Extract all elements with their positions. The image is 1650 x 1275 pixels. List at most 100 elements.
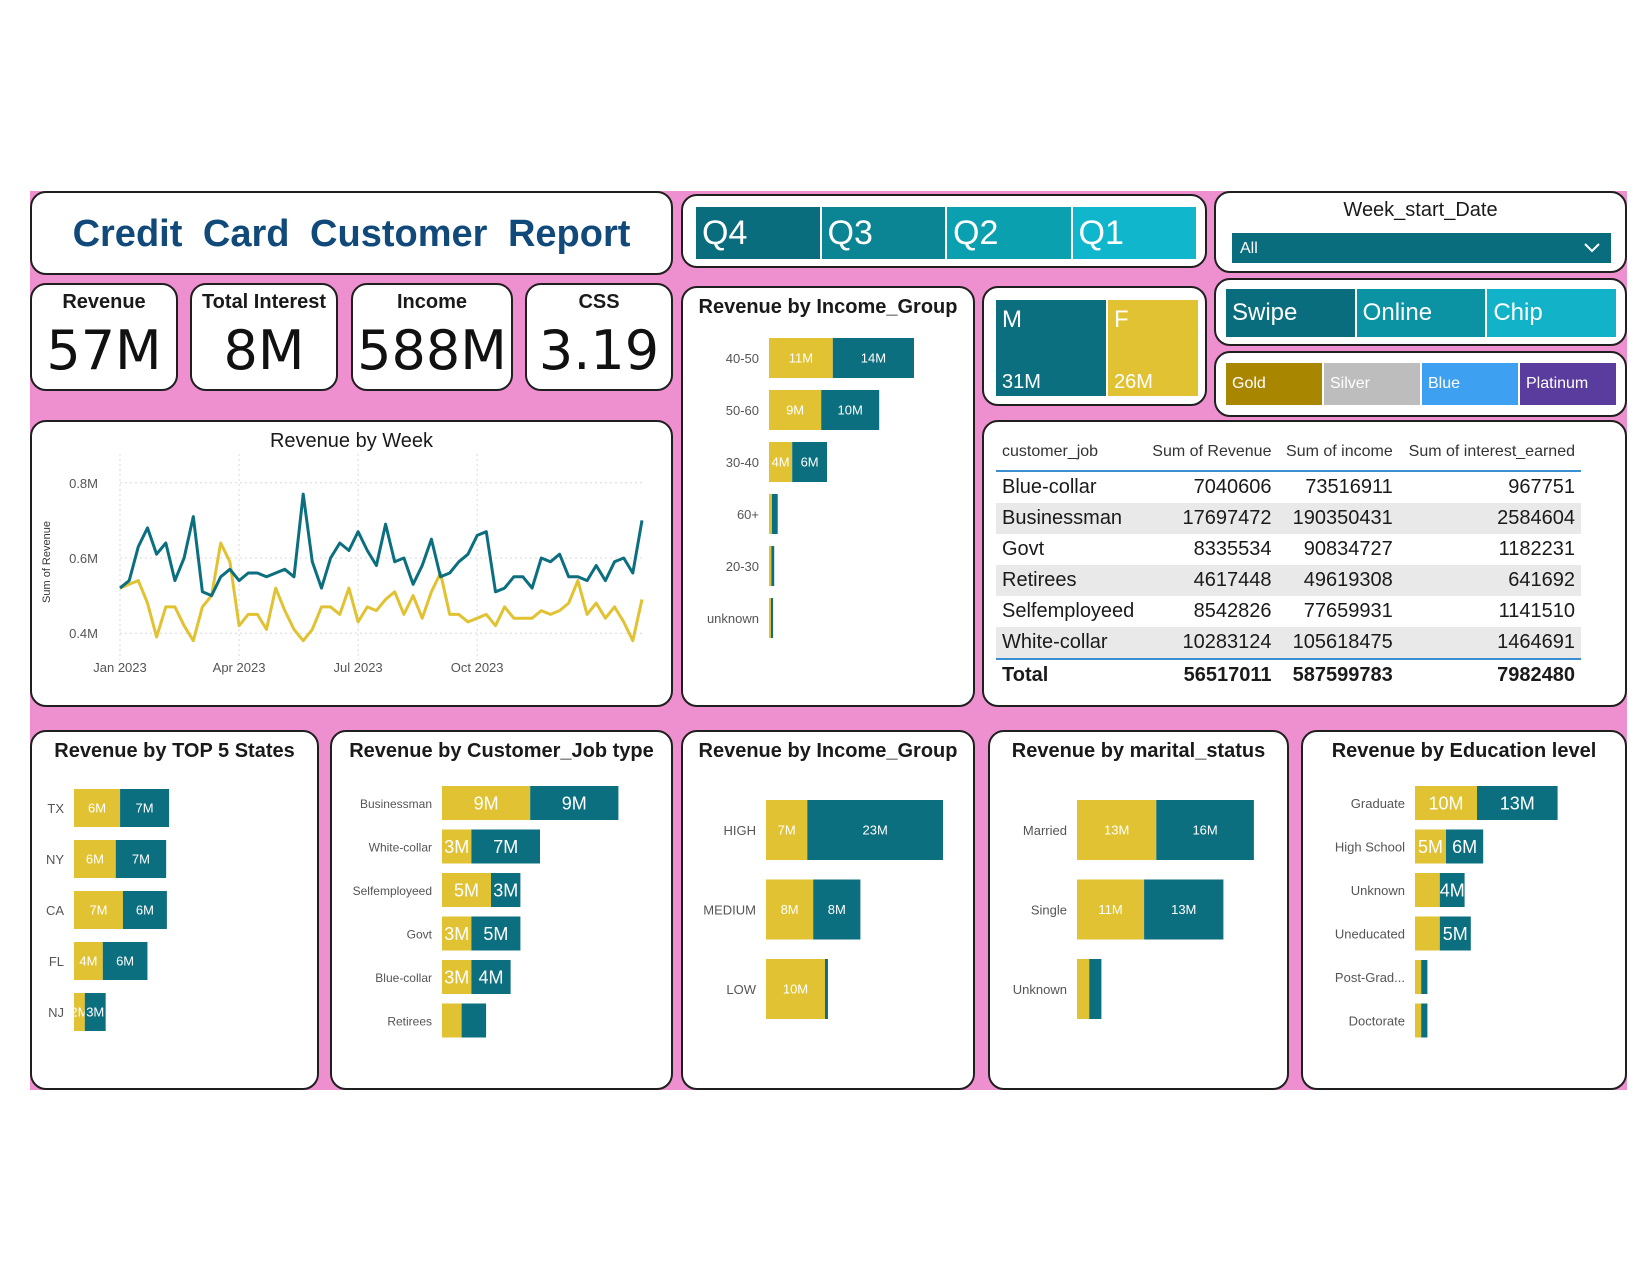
gender-m-tile[interactable]: M 31M [996,300,1106,396]
data-label: 6M [1452,837,1477,857]
data-label: 16M [1192,823,1217,838]
column-header[interactable]: Sum of Revenue [1143,434,1278,472]
category-label: 20-30 [726,559,759,574]
quarter-q4-button[interactable]: Q4 [696,207,820,259]
table-cell: 90834727 [1303,538,1393,560]
category-label: MEDIUM [703,903,756,918]
states-bar-chart: TX 6M 7MNY 6M 7MCA 7M 6MFL 4M 6MNJ 2M3M [46,789,170,1031]
data-label: 4M [478,967,503,987]
category-label: HIGH [724,823,757,838]
kpi-interest-label: Total Interest [201,291,327,313]
quarter-q3-button[interactable]: Q3 [821,207,945,259]
kpi-income-label: Income [396,291,468,313]
data-label: 10M [838,403,863,418]
table-cell: 8542826 [1193,600,1272,622]
bar-segment [771,598,773,638]
y-tick-label: 0.6M [69,551,98,566]
table-cell: Total [996,658,1144,691]
report-title: Credit Card Customer Report [72,213,631,255]
table-cell: 1141510 [1498,600,1575,622]
category-label: FL [49,954,64,969]
category-blue-button[interactable]: Blue [1422,363,1518,405]
online-button[interactable]: Online [1356,289,1486,337]
data-label: 9M [786,403,804,418]
week-start-dropdown[interactable]: All [1232,233,1611,263]
data-label: 3M [86,1005,104,1020]
gender-f-value: 26M [1114,371,1153,393]
data-label: 13M [1104,823,1129,838]
data-label: 4M [772,455,790,470]
revenue-by-week-card: Revenue by Week 0.8M 0.6M 0.4M Jan 2023 Apr … [30,420,673,707]
category-label: 60+ [737,507,759,522]
data-label: 7M [132,852,150,867]
bar-segment [1415,916,1440,951]
table-cell: Govt [1002,538,1045,560]
swipe-button[interactable]: Swipe [1226,289,1355,337]
quarter-q1-button[interactable]: Q1 [1072,207,1196,259]
data-label: 5M [1418,837,1443,857]
income-group-bar-chart: HIGH 7M 23M MEDIUM 8M 8M LOW 10M [703,800,943,1019]
category-label: Uneducated [1335,927,1405,942]
week-start-slicer-card: Week_start_Date All [1214,191,1627,273]
chip-button[interactable]: Chip [1487,289,1617,337]
category-label: Single [1031,903,1067,918]
table-row[interactable]: Selfemployeed 8542826 77659931 1141510 [996,596,1581,627]
table-cell: 10283124 [1143,627,1278,659]
data-label: 7M [136,801,154,816]
bar-segment [442,1003,462,1038]
quarter-q2-button[interactable]: Q2 [947,207,1071,259]
revenue-by-week-chart: 0.8M 0.6M 0.4M Jan 2023 Apr 2023 Jul 2023 Oct … [41,454,644,675]
table-cell: 967751 [1508,476,1575,498]
kpi-income-value: 588M [357,319,507,382]
table-row[interactable]: Retirees 4617448 49619308 641692 [996,565,1581,596]
data-label: 7M [493,837,518,857]
bar-segment [769,494,772,534]
category-label: NJ [48,1005,64,1020]
x-tick-label: Jan 2023 [93,660,147,675]
data-label: 6M [88,801,106,816]
category-label: Graduate [1351,796,1405,811]
category-silver-button[interactable]: Silver [1324,363,1420,405]
category-label: Post-Grad... [1335,970,1405,985]
table-cell: 641692 [1398,565,1581,596]
table-cell: Selfemployeed [1002,600,1135,622]
category-label: Unknown [1351,883,1405,898]
bar-segment [1089,959,1102,1019]
category-label: CA [46,903,64,918]
table-row[interactable]: Blue-collar 7040606 73516911 967751 [996,471,1581,503]
x-tick-label: Oct 2023 [451,660,504,675]
kpi-revenue-card: Revenue 57M [30,283,178,391]
gender-f-tile[interactable]: F 26M [1108,300,1198,396]
category-label: 50-60 [726,403,759,418]
data-label: 23M [863,823,888,838]
table-cell: 190350431 [1277,503,1399,534]
total-row: Total 56517011 587599783 7982480 [996,658,1581,691]
table-cell: 56517011 [1143,658,1278,691]
category-gold-button[interactable]: Gold [1226,363,1322,405]
table-cell: 73516911 [1305,476,1393,498]
category-platinum-button[interactable]: Platinum [1520,363,1616,405]
table-row[interactable]: Businessman 17697472 190350431 2584604 [996,503,1581,534]
data-label: 6M [86,852,104,867]
category-label: Married [1023,823,1067,838]
data-label: 5M [454,880,479,900]
column-header[interactable]: Sum of interest_earned [1398,434,1581,472]
table-cell: 4617448 [1143,565,1278,596]
category-label: Selfemployeed [353,884,432,898]
x-tick-label: Apr 2023 [213,660,266,675]
bar-segment [825,959,828,1019]
week-start-selected: All [1240,240,1258,257]
category-label: High School [1335,840,1405,855]
job-matrix-table: customer_job Sum of Revenue Sum of incom… [996,434,1581,691]
data-label: 11M [789,351,813,366]
table-row[interactable]: Govt 8335534 90834727 1182231 [996,534,1581,565]
data-label: 3M [493,880,518,900]
column-header[interactable]: Sum of income [1277,434,1399,472]
data-label: 7M [778,823,796,838]
data-label: 6M [801,455,819,470]
table-cell: 105618475 [1277,627,1399,659]
column-header[interactable]: customer_job [996,434,1144,472]
report-title-card: Credit Card Customer Report [30,191,673,275]
table-row[interactable]: White-collar 10283124 105618475 1464691 [996,627,1581,659]
table-cell: 49619308 [1277,565,1399,596]
